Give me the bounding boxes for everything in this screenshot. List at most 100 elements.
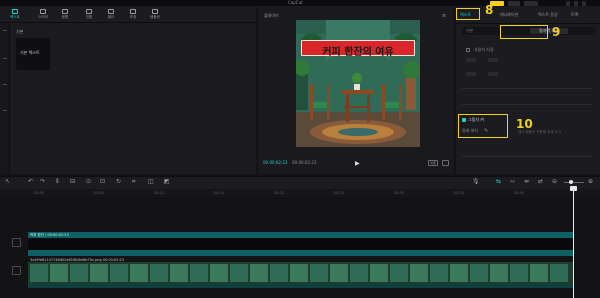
toolbar-template-label: 템플릿 [150, 15, 160, 19]
select-tool-icon[interactable]: ↖ [5, 179, 10, 185]
ruler-tick: 00:10 [154, 191, 165, 195]
advanced-label: 사용자 지정 [474, 47, 494, 52]
toolbar-text-label: 텍스트 [10, 15, 20, 19]
delete-icon[interactable]: ⊟ [70, 179, 75, 185]
audio-waveform [28, 284, 574, 288]
undo-icon[interactable]: ↶ [28, 179, 33, 185]
slider-track[interactable] [462, 156, 592, 157]
advanced-checkbox[interactable] [466, 48, 470, 52]
playhead-line[interactable] [573, 189, 574, 298]
video-thumbnail [270, 264, 288, 282]
mask-icon[interactable]: ⊙ [86, 179, 91, 185]
share-button[interactable] [508, 1, 520, 6]
rail-item[interactable] [3, 30, 7, 31]
split-icon[interactable]: ⫴ [56, 179, 59, 185]
video-thumbnail [430, 264, 448, 282]
default-text-card-label: 기본 텍스트 [20, 50, 40, 55]
rail-item[interactable] [3, 58, 7, 59]
divider [462, 88, 592, 89]
freeze-icon[interactable]: ◫ [148, 179, 154, 185]
preset-chip[interactable] [466, 58, 476, 62]
rail-item[interactable] [3, 110, 7, 111]
play-button[interactable]: ▶ [355, 160, 360, 167]
text-clip-body [28, 238, 574, 250]
side-rail [0, 24, 10, 174]
video-thumbnail [210, 264, 228, 282]
aspect-ratio-button[interactable]: 비율 [428, 160, 438, 166]
video-track-lock-icon[interactable] [12, 266, 21, 275]
subtab-basic[interactable]: 기본 [466, 29, 473, 33]
video-preview[interactable]: 커피 한잔의 여유 [296, 20, 420, 147]
video-thumbnail [330, 264, 348, 282]
toolbar-sticker[interactable]: 스티커 [34, 9, 52, 22]
speed-icon[interactable]: ◩ [164, 179, 170, 185]
preset-chip[interactable] [488, 58, 498, 62]
zoom-out-icon[interactable]: ⊖ [552, 179, 557, 185]
tab-tts[interactable]: 텍스트 음성 [538, 12, 558, 18]
redo-icon[interactable]: ↷ [40, 179, 45, 185]
mic-icon[interactable]: 🎙 [472, 179, 480, 185]
crop-icon[interactable]: ⌗ [132, 179, 135, 185]
tab-track[interactable]: 트랙 [571, 12, 578, 18]
video-thumbnail [310, 264, 328, 282]
adjust-icon [130, 9, 136, 14]
video-thumbnail [350, 264, 368, 282]
preview-axis-icon[interactable]: ⇹ [524, 179, 529, 185]
video-thumbnail [90, 264, 108, 282]
ruler-tick: 00:20 [274, 191, 285, 195]
highlight-shadow [458, 114, 508, 138]
mirror-icon[interactable]: ⊡ [100, 179, 105, 185]
tab-animation[interactable]: 애니메이션 [500, 12, 518, 18]
text-icon [12, 9, 18, 14]
video-thumbnail [190, 264, 208, 282]
toolbar-adjust-label: 조정 [129, 15, 137, 19]
video-thumbnail [150, 264, 168, 282]
ruler-tick: 00:15 [214, 191, 225, 195]
video-thumbnail [370, 264, 388, 282]
zoom-slider-thumb[interactable] [569, 180, 573, 184]
toolbar-transition[interactable]: 전환 [80, 9, 98, 22]
video-thumbnail [530, 264, 548, 282]
text-track-lock-icon[interactable] [12, 238, 21, 247]
video-thumbnail [410, 264, 428, 282]
snap-icon[interactable]: ⇿ [510, 179, 515, 185]
media-panel [0, 7, 256, 174]
maximize-button[interactable] [574, 1, 578, 6]
current-time: 00:00:02:23 [263, 160, 288, 165]
toolbar-filter[interactable]: 필터 [102, 9, 120, 22]
minimize-button[interactable] [566, 1, 570, 6]
ruler-tick: 00:30 [394, 191, 405, 195]
player-menu-icon[interactable]: ≡ [442, 13, 446, 19]
total-time: 00:00:02:23 [292, 160, 317, 165]
preview-title-text: 커피 한잔의 여유 [322, 47, 394, 58]
rotate-icon[interactable]: ↻ [116, 179, 121, 185]
text-clip-label: 커피 한잔 | 00:00:02:23 [30, 233, 69, 237]
annotation-10: 10 [516, 117, 533, 131]
annotation-9: 9 [552, 25, 561, 39]
toolbar-text[interactable]: 텍스트 [6, 9, 24, 22]
toolbar-sticker-label: 스티커 [38, 15, 48, 19]
toolbar-filter-label: 필터 [107, 15, 115, 19]
preset-chip[interactable] [466, 72, 476, 76]
close-window-button[interactable] [582, 1, 586, 6]
rail-item[interactable] [3, 84, 7, 85]
video-thumbnail [70, 264, 88, 282]
ruler-tick: 00:40 [514, 191, 525, 195]
fullscreen-icon[interactable] [442, 160, 449, 166]
highlight-text-tab [456, 8, 480, 20]
zoom-in-icon[interactable]: ⊕ [588, 179, 593, 185]
link-icon[interactable]: ⇆ [496, 179, 501, 185]
video-thumbnail [50, 264, 68, 282]
video-thumbnail [170, 264, 188, 282]
main-track-icon[interactable]: ⇄ [538, 179, 543, 185]
toolbar-audio[interactable]: 음향 [56, 9, 74, 22]
zoom-slider[interactable] [564, 182, 584, 183]
export-button[interactable] [524, 1, 538, 6]
ruler-tick: 00:25 [334, 191, 345, 195]
timeline-ruler[interactable] [0, 189, 600, 197]
toolbar-template[interactable]: 템플릿 [146, 9, 164, 22]
ruler-tick: 00:35 [454, 191, 465, 195]
highlight-add-caption [500, 25, 548, 39]
toolbar-adjust[interactable]: 조정 [124, 9, 142, 22]
preset-chip[interactable] [488, 72, 498, 76]
